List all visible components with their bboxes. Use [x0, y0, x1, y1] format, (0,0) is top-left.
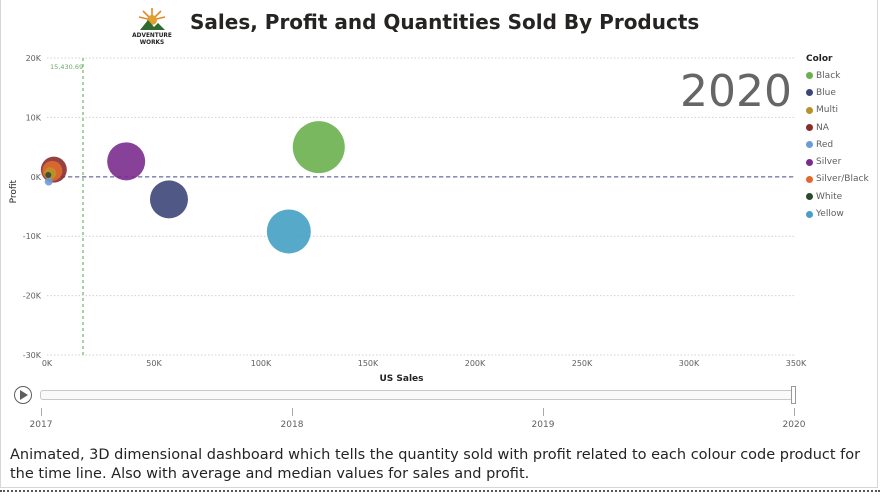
play-icon [20, 390, 28, 400]
legend-swatch [806, 158, 813, 166]
legend-item[interactable]: White [806, 188, 876, 205]
x-tick-label: 100K [251, 359, 272, 368]
adventure-works-logo: ADVENTURE WORKS [130, 6, 174, 48]
bubble-yellow [266, 209, 311, 254]
y-axis-title: Profit [9, 179, 19, 203]
sales-reference-label: 15,430.69 [50, 63, 83, 71]
svg-text:ADVENTURE: ADVENTURE [132, 33, 172, 39]
legend-swatch [806, 210, 813, 218]
animation-year-label: 2020 [680, 66, 792, 117]
dashboard-description: Animated, 3D dimensional dashboard which… [10, 447, 861, 482]
y-tick-label: 20K [26, 54, 42, 63]
x-tick-label: 0K [42, 359, 53, 368]
timeline-tick-label: 2019 [531, 420, 555, 430]
y-tick-label: 0K [31, 173, 42, 182]
timeline-slider-thumb[interactable] [791, 386, 796, 404]
svg-text:WORKS: WORKS [140, 40, 164, 46]
bubble-black [292, 121, 345, 174]
x-tick-label: 150K [358, 359, 379, 368]
x-tick-label: 300K [679, 359, 700, 368]
legend-label: Red [816, 139, 834, 150]
bubble-red [44, 177, 53, 186]
timeline-tick-label: 2018 [280, 420, 304, 430]
bubble-white [45, 172, 52, 179]
x-tick-label: 50K [146, 359, 162, 368]
legend-swatch [806, 106, 813, 114]
legend-label: NA [816, 122, 829, 133]
x-tick-label: 200K [465, 359, 486, 368]
bottom-divider [0, 490, 880, 492]
legend-swatch [806, 175, 813, 183]
legend-swatch [806, 89, 813, 97]
legend-label: Blue [816, 87, 836, 98]
timeline-tick-label: 2017 [29, 420, 53, 430]
timeline-tick-label: 2020 [782, 420, 806, 430]
legend-swatch [806, 141, 813, 149]
legend-item[interactable]: Yellow [806, 205, 876, 222]
legend-label: White [816, 191, 843, 202]
legend-label: Yellow [816, 209, 844, 220]
timeline-tick [292, 408, 293, 416]
chart-legend: Color Black Blue Multi NA Red Silver Silver/Bl… [806, 54, 876, 223]
x-tick-label: 350K [786, 359, 807, 368]
y-tick-label: -30K [23, 351, 42, 360]
y-tick-label: -10K [23, 232, 42, 241]
x-axis-title: US Sales [379, 374, 423, 384]
x-tick-label: 250K [572, 359, 593, 368]
timeline-tick [543, 408, 544, 416]
legend-item[interactable]: Silver/Black [806, 171, 876, 188]
legend-label: Silver [816, 157, 842, 168]
play-button[interactable] [14, 386, 32, 404]
legend-item[interactable]: NA [806, 119, 876, 136]
bubble-blue [149, 180, 188, 219]
timeline-tick [794, 408, 795, 416]
legend-label: Black [816, 70, 841, 81]
legend-item[interactable]: Black [806, 67, 876, 84]
legend-label: Silver/Black [816, 174, 869, 185]
legend-item[interactable]: Blue [806, 84, 876, 101]
bubble-silver [107, 142, 146, 181]
timeline-slider-track[interactable] [40, 390, 794, 400]
legend-swatch [806, 124, 813, 132]
page-title: Sales, Profit and Quantities Sold By Pro… [190, 10, 700, 34]
legend-item[interactable]: Silver [806, 153, 876, 170]
legend-title: Color [806, 54, 833, 64]
y-tick-label: -20K [23, 292, 42, 301]
timeline-tick [41, 408, 42, 416]
y-tick-label: 10K [26, 113, 42, 122]
legend-label: Multi [816, 105, 838, 116]
legend-swatch [806, 72, 813, 80]
legend-item[interactable]: Multi [806, 102, 876, 119]
legend-item[interactable]: Red [806, 136, 876, 153]
legend-swatch [806, 193, 813, 201]
